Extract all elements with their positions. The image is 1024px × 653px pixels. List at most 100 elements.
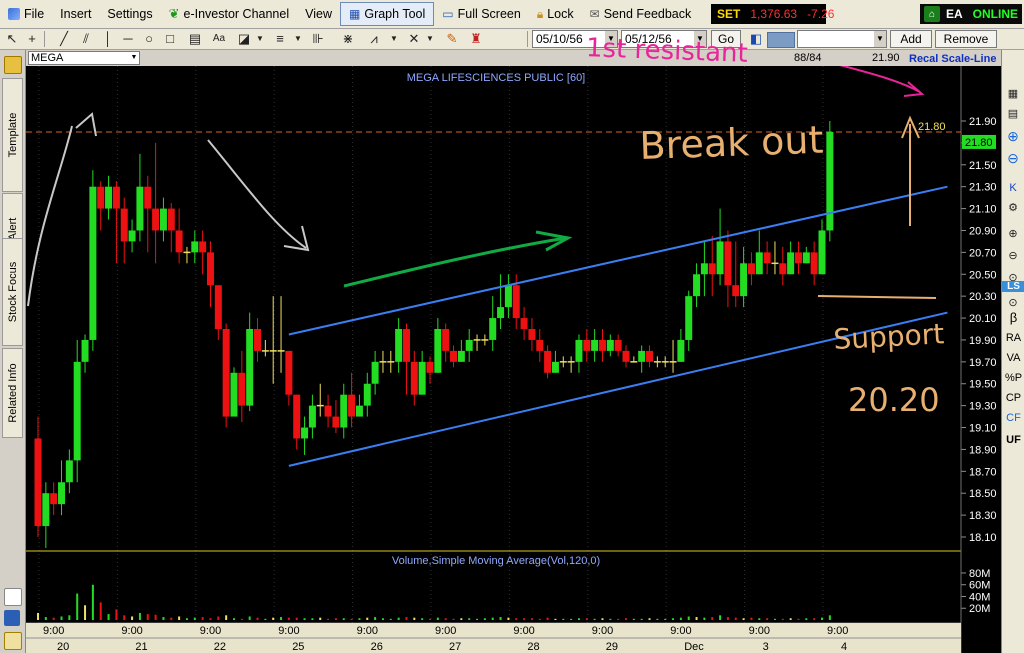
line-style-icon[interactable]: ≡ bbox=[272, 31, 288, 47]
tab-template[interactable]: Template bbox=[2, 78, 23, 192]
chevron-down-icon[interactable]: ▼ bbox=[252, 31, 268, 47]
scroll-preview-icon[interactable] bbox=[767, 32, 795, 48]
volume-bar bbox=[311, 618, 314, 620]
menu-settings[interactable]: Settings bbox=[99, 3, 160, 25]
candle-body bbox=[442, 329, 450, 351]
zigzag-icon[interactable]: ⩘ bbox=[366, 31, 382, 47]
menu-full-screen[interactable]: ▭ Full Screen bbox=[434, 3, 529, 25]
ellipse-icon[interactable]: ○ bbox=[141, 31, 157, 47]
chevron-down-icon[interactable]: ▼ bbox=[422, 31, 438, 47]
candle-body bbox=[152, 208, 160, 231]
tab-stock-focus[interactable]: Stock Focus bbox=[2, 238, 23, 346]
volume-bar bbox=[115, 609, 118, 620]
x-tick-time: 9:00 bbox=[435, 625, 456, 637]
zoom-in-icon[interactable]: ⊕ bbox=[1005, 128, 1021, 144]
candle-body bbox=[73, 361, 81, 461]
folder-icon[interactable] bbox=[4, 56, 22, 74]
menu-lock-label: Lock bbox=[547, 7, 574, 21]
back-icon[interactable]: ◧ bbox=[748, 31, 764, 47]
x-tick-day: 28 bbox=[527, 641, 539, 653]
magnet-icon[interactable]: ⋇ bbox=[340, 31, 356, 47]
volume-title: Volume,Simple Moving Average(Vol,120,0) bbox=[392, 555, 600, 567]
candle-body bbox=[222, 329, 230, 417]
crosshair-icon[interactable]: + bbox=[24, 31, 40, 47]
chevron-down-icon[interactable]: ▼ bbox=[129, 52, 139, 64]
candle-body bbox=[34, 438, 42, 527]
chevron-down-icon[interactable]: ▼ bbox=[386, 31, 402, 47]
chevron-down-icon[interactable]: ▼ bbox=[290, 31, 306, 47]
menu-e-investor-channel[interactable]: ❦ e-Investor Channel bbox=[161, 3, 298, 25]
horizontal-line-icon[interactable]: ─ bbox=[120, 31, 136, 47]
magnify-minus-icon[interactable]: ⊖ bbox=[1005, 248, 1021, 264]
remove-button[interactable]: Remove bbox=[935, 30, 997, 48]
menu-lock[interactable]: 🔒︎ Lock bbox=[529, 3, 582, 25]
text-tool-icon[interactable]: Aa bbox=[209, 31, 229, 47]
tab-alert-label: Alert bbox=[6, 217, 19, 241]
candle-body bbox=[395, 329, 403, 362]
candle-body bbox=[89, 186, 97, 340]
recal-scale-line-button[interactable]: Recal Scale-Line bbox=[909, 53, 996, 65]
template-select[interactable]: ▼ bbox=[797, 30, 887, 48]
bar-counter: 88/84 bbox=[794, 52, 822, 64]
volume-bar bbox=[640, 618, 643, 620]
x-tick-time: 9:00 bbox=[670, 625, 691, 637]
candle-body bbox=[340, 394, 348, 428]
volume-bar bbox=[84, 605, 87, 620]
volume-bar bbox=[256, 617, 259, 620]
properties-icon[interactable]: ▤ bbox=[1005, 106, 1021, 122]
new-document-icon[interactable] bbox=[4, 588, 22, 606]
candle-body bbox=[332, 416, 340, 428]
candle-body bbox=[708, 263, 716, 275]
tool-beta[interactable]: β bbox=[1002, 310, 1024, 325]
tool-uf[interactable]: UF bbox=[1002, 434, 1024, 446]
menu-view[interactable]: View bbox=[297, 3, 340, 25]
cursor-icon[interactable]: ↖ bbox=[4, 31, 20, 47]
add-button[interactable]: Add bbox=[890, 30, 932, 48]
parallel-line-icon[interactable]: ⫽ bbox=[78, 31, 94, 47]
tool-va[interactable]: VA bbox=[1002, 352, 1024, 364]
symbol-bar: MEGA ▼ 88/84 21.90 Recal Scale-Line bbox=[26, 50, 1001, 66]
magnify-plus-icon[interactable]: ⊕ bbox=[1005, 226, 1021, 242]
delete-drawing-icon[interactable]: ✕ bbox=[406, 31, 422, 47]
menu-insert[interactable]: Insert bbox=[52, 3, 99, 25]
candle-body bbox=[802, 252, 810, 264]
settings-icon[interactable]: ⚙ bbox=[1005, 200, 1021, 216]
tool-cp[interactable]: CP bbox=[1002, 392, 1024, 404]
trend-line-icon[interactable]: ╱ bbox=[56, 31, 72, 47]
candle-body bbox=[716, 241, 724, 275]
menu-file[interactable]: File bbox=[0, 3, 52, 25]
candle-body bbox=[677, 339, 685, 362]
cursor-mode-icon[interactable]: K bbox=[1005, 180, 1021, 196]
save-icon[interactable] bbox=[4, 610, 20, 626]
volume-bar bbox=[523, 618, 526, 620]
menu-graph-tool[interactable]: ▦ Graph Tool bbox=[340, 2, 435, 26]
symbol-select[interactable]: MEGA ▼ bbox=[28, 51, 140, 65]
pencil-icon[interactable]: ✎ bbox=[444, 31, 460, 47]
menu-send-feedback[interactable]: ✉ Send Feedback bbox=[582, 3, 700, 25]
candle-body bbox=[254, 329, 262, 351]
tool-ra[interactable]: RA bbox=[1002, 332, 1024, 344]
volume-bar bbox=[358, 618, 361, 620]
tool-ls[interactable]: LS bbox=[1002, 281, 1024, 292]
chevron-down-icon[interactable]: ▼ bbox=[874, 31, 886, 47]
volume-bar bbox=[797, 618, 800, 620]
tool-percent-p[interactable]: %P bbox=[1002, 372, 1024, 384]
candle-body bbox=[551, 361, 559, 373]
eraser-icon[interactable]: ♜ bbox=[468, 31, 484, 47]
fibonacci-icon[interactable]: ⊪ bbox=[310, 31, 326, 47]
candle-body bbox=[606, 339, 614, 351]
magnify-icon[interactable]: ⊙ bbox=[1005, 295, 1021, 311]
rectangle-icon[interactable]: □ bbox=[162, 31, 178, 47]
line-color-icon[interactable]: ◪ bbox=[236, 31, 252, 47]
vertical-line-icon[interactable]: │ bbox=[100, 31, 116, 47]
tool-cf[interactable]: CF bbox=[1002, 412, 1024, 424]
tab-related-info[interactable]: Related Info bbox=[2, 348, 23, 438]
candle-body bbox=[371, 361, 379, 384]
zoom-out-icon[interactable]: ⊖ bbox=[1005, 150, 1021, 166]
channel-icon[interactable]: ▤ bbox=[187, 31, 203, 47]
x-tick-day: Dec bbox=[684, 641, 704, 653]
candle-body bbox=[191, 241, 199, 253]
price-chart[interactable]: MEGA LIFESCIENCES PUBLIC [60] Volume,Sim… bbox=[26, 66, 1001, 653]
settings-icon[interactable] bbox=[4, 632, 22, 650]
grid-icon[interactable]: ▦ bbox=[1005, 86, 1021, 102]
